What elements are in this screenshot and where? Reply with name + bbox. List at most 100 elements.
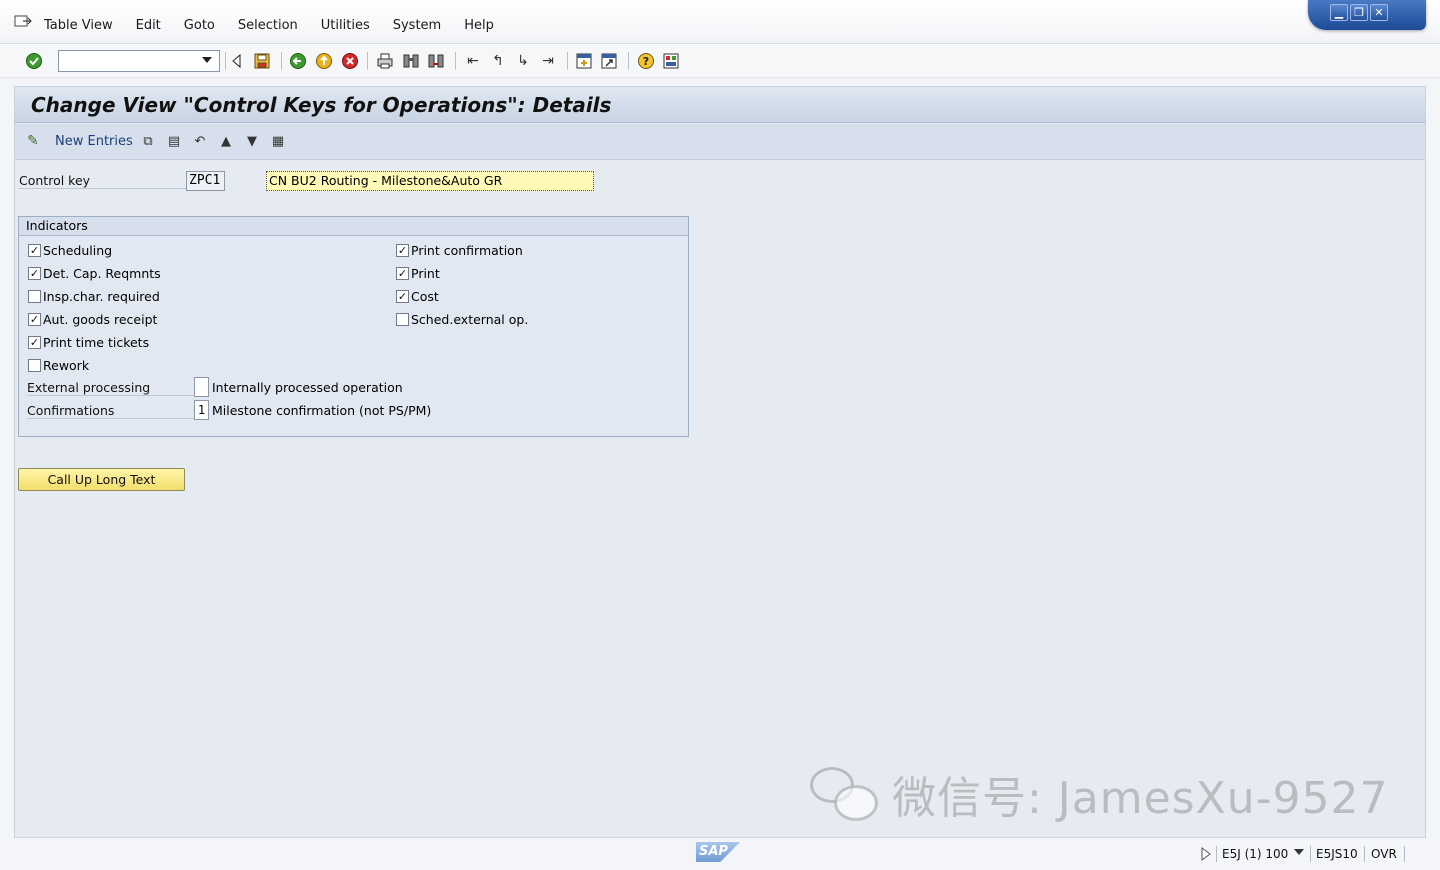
chevron-down-icon[interactable]	[202, 57, 212, 63]
undo-change-icon[interactable]: ↶	[192, 134, 208, 150]
minimize-icon[interactable]: ▁	[1330, 4, 1348, 21]
help-icon[interactable]: ?	[637, 52, 655, 70]
copy-icon[interactable]: ⧉	[140, 134, 156, 150]
status-expand-icon[interactable]	[1200, 847, 1212, 861]
last-page-icon[interactable]: ⇥	[539, 52, 557, 70]
checkbox-label: Rework	[43, 358, 90, 373]
back-arrow-icon[interactable]	[228, 52, 246, 70]
main-panel: Change View "Control Keys for Operations…	[14, 86, 1426, 838]
menu-help[interactable]: Help	[464, 18, 494, 33]
back-icon[interactable]	[289, 52, 307, 70]
checkbox-icon[interactable]: ✓	[396, 267, 409, 280]
external-processing-text: Internally processed operation	[212, 380, 403, 395]
new-entries-button[interactable]: ✎ New Entries	[27, 133, 133, 149]
checkbox-icon[interactable]: ✓	[396, 244, 409, 257]
scheduling-checkbox[interactable]: ✓ Scheduling	[28, 243, 112, 258]
checkbox-icon[interactable]	[28, 359, 41, 372]
pencil-icon: ✎	[27, 133, 39, 149]
insp-char-required-checkbox[interactable]: Insp.char. required	[28, 289, 160, 304]
external-processing-field[interactable]	[194, 377, 209, 397]
restore-icon[interactable]: ❐	[1350, 4, 1368, 21]
det-cap-reqmnts-checkbox[interactable]: ✓ Det. Cap. Reqmnts	[28, 266, 161, 281]
previous-entry-icon[interactable]: ▲	[218, 134, 234, 150]
toolbar-separator	[367, 52, 368, 70]
enter-icon[interactable]	[25, 52, 43, 70]
delete-icon[interactable]: ▤	[166, 134, 182, 150]
checkbox-label: Print confirmation	[411, 243, 523, 258]
cost-checkbox[interactable]: ✓ Cost	[396, 289, 439, 304]
shortcut-icon[interactable]	[600, 52, 618, 70]
status-separator	[1310, 846, 1311, 862]
confirmations-text: Milestone confirmation (not PS/PM)	[212, 403, 432, 418]
print-icon[interactable]	[376, 52, 394, 70]
control-key-description: CN BU2 Routing - Milestone&Auto GR	[266, 171, 594, 191]
status-server: E5JS10	[1316, 847, 1358, 861]
checkbox-label: Aut. goods receipt	[43, 312, 158, 327]
checkbox-icon[interactable]: ✓	[28, 244, 41, 257]
wechat-logo-icon	[808, 763, 882, 825]
menu-edit[interactable]: Edit	[136, 18, 161, 33]
status-system: E5J (1) 100	[1222, 847, 1289, 861]
checkbox-icon[interactable]: ✓	[28, 336, 41, 349]
menu-goto[interactable]: Goto	[184, 18, 215, 33]
control-key-field[interactable]: ZPC1	[186, 171, 225, 191]
indicators-title: Indicators	[19, 217, 688, 236]
menu-table-view[interactable]: Table View	[44, 18, 113, 33]
title-bar: Change View "Control Keys for Operations…	[15, 87, 1425, 123]
toolbar-separator	[455, 52, 456, 70]
checkbox-icon[interactable]	[28, 290, 41, 303]
watermark: 微信号: JamesXu-9527	[808, 762, 1389, 826]
sched-external-op-checkbox[interactable]: Sched.external op.	[396, 312, 528, 327]
confirmations-field[interactable]: 1	[194, 400, 209, 420]
chevron-down-icon[interactable]	[1294, 849, 1304, 855]
svg-text:?: ?	[643, 55, 649, 68]
toolbar-separator	[225, 52, 226, 70]
menu-expand-icon[interactable]	[14, 14, 32, 28]
checkbox-icon[interactable]: ✓	[396, 290, 409, 303]
checkbox-label: Sched.external op.	[411, 312, 529, 327]
status-separator	[1404, 846, 1405, 862]
status-bar: SAP E5J (1) 100 E5JS10 OVR	[0, 838, 1440, 870]
aut-goods-receipt-checkbox[interactable]: ✓ Aut. goods receipt	[28, 312, 157, 327]
next-page-icon[interactable]: ↳	[514, 52, 532, 70]
menu-bar: Table View Edit Goto Selection Utilities…	[0, 0, 1440, 44]
toolbar-separator	[628, 52, 629, 70]
status-separator	[1216, 846, 1217, 862]
menu-utilities[interactable]: Utilities	[321, 18, 370, 33]
close-icon[interactable]: ✕	[1370, 4, 1388, 21]
checkbox-label: Cost	[411, 289, 439, 304]
previous-page-icon[interactable]: ↰	[489, 52, 507, 70]
menu-items: Table View Edit Goto Selection Utilities…	[44, 18, 517, 33]
first-page-icon[interactable]: ⇤	[464, 52, 482, 70]
exit-icon[interactable]	[315, 52, 333, 70]
create-session-icon[interactable]	[575, 52, 593, 70]
command-field[interactable]	[58, 50, 220, 72]
checkbox-label: Scheduling	[43, 243, 113, 258]
menu-selection[interactable]: Selection	[238, 18, 298, 33]
rework-checkbox[interactable]: Rework	[28, 358, 89, 373]
window-controls: ▁ ❐ ✕	[1308, 0, 1426, 30]
layout-icon[interactable]	[662, 52, 680, 70]
variable-list-icon[interactable]: ▦	[270, 134, 286, 150]
checkbox-label: Det. Cap. Reqmnts	[43, 266, 161, 281]
print-confirmation-checkbox[interactable]: ✓ Print confirmation	[396, 243, 523, 258]
external-processing-label: External processing	[27, 380, 195, 396]
toolbar-separator	[567, 52, 568, 70]
next-entry-icon[interactable]: ▼	[244, 134, 260, 150]
indicators-group: Indicators ✓ Scheduling ✓ Det. Cap. Reqm…	[18, 216, 689, 437]
print-checkbox[interactable]: ✓ Print	[396, 266, 440, 281]
find-next-icon[interactable]	[427, 52, 445, 70]
call-up-long-text-button[interactable]: Call Up Long Text	[18, 468, 185, 491]
checkbox-icon[interactable]: ✓	[28, 267, 41, 280]
status-separator	[1364, 846, 1365, 862]
print-time-tickets-checkbox[interactable]: ✓ Print time tickets	[28, 335, 149, 350]
new-entries-label: New Entries	[55, 133, 133, 149]
find-icon[interactable]	[402, 52, 420, 70]
save-icon[interactable]	[253, 52, 271, 70]
checkbox-label: Print	[411, 266, 440, 281]
sap-logo: SAP	[696, 842, 740, 862]
cancel-icon[interactable]	[341, 52, 359, 70]
menu-system[interactable]: System	[393, 18, 441, 33]
checkbox-icon[interactable]: ✓	[28, 313, 41, 326]
checkbox-icon[interactable]	[396, 313, 409, 326]
